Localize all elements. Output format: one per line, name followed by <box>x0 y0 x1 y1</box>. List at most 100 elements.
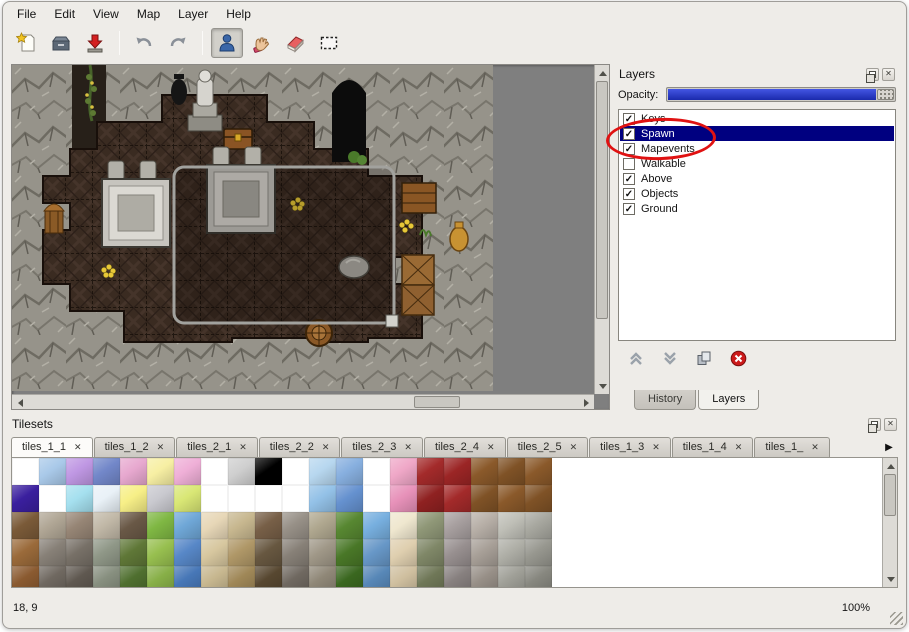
tileset-tab-tiles_2_4[interactable]: tiles_2_4✕ <box>424 437 506 457</box>
tile[interactable] <box>228 512 255 539</box>
tile[interactable] <box>201 458 228 485</box>
layer-row-keys[interactable]: ✓Keys <box>620 111 894 126</box>
raise-layer-button[interactable] <box>628 351 644 366</box>
map-vscroll-thumb[interactable] <box>596 81 608 319</box>
tile[interactable] <box>498 485 525 512</box>
tile[interactable] <box>120 512 147 539</box>
rect-select-tool-button[interactable] <box>313 28 345 58</box>
tile[interactable] <box>147 485 174 512</box>
tile[interactable] <box>471 512 498 539</box>
tile[interactable] <box>498 458 525 485</box>
tile[interactable] <box>336 512 363 539</box>
tile[interactable] <box>363 512 390 539</box>
tab-close-icon[interactable]: ✕ <box>735 442 743 453</box>
tile[interactable] <box>228 566 255 588</box>
layer-row-walkable[interactable]: Walkable <box>620 156 894 171</box>
tile[interactable] <box>12 566 39 588</box>
tile[interactable] <box>525 539 552 566</box>
tile[interactable] <box>39 485 66 512</box>
menu-layer[interactable]: Layer <box>170 5 216 23</box>
place-character-tool-button[interactable] <box>211 28 243 58</box>
tile[interactable] <box>174 485 201 512</box>
tile[interactable] <box>228 485 255 512</box>
tile[interactable] <box>309 458 336 485</box>
float-panel-button[interactable] <box>866 68 879 81</box>
tile[interactable] <box>390 539 417 566</box>
tile[interactable] <box>255 566 282 588</box>
tile[interactable] <box>12 485 39 512</box>
tile[interactable] <box>147 458 174 485</box>
tile[interactable] <box>525 512 552 539</box>
tile[interactable] <box>336 485 363 512</box>
tile[interactable] <box>471 539 498 566</box>
menu-map[interactable]: Map <box>129 5 168 23</box>
tile[interactable] <box>255 539 282 566</box>
tile[interactable] <box>93 485 120 512</box>
resize-grip[interactable] <box>890 612 903 625</box>
tileset-tab-tiles_1_[interactable]: tiles_1_✕ <box>754 437 829 457</box>
tile[interactable] <box>471 485 498 512</box>
tile[interactable] <box>255 485 282 512</box>
tile[interactable] <box>201 539 228 566</box>
tab-close-icon[interactable]: ✕ <box>487 442 495 453</box>
layer-row-mapevents[interactable]: ✓Mapevents <box>620 141 894 156</box>
open-button[interactable] <box>45 28 77 58</box>
scroll-right-arrow[interactable] <box>579 395 594 410</box>
tile[interactable] <box>174 512 201 539</box>
menu-edit[interactable]: Edit <box>46 5 83 23</box>
tile[interactable] <box>39 512 66 539</box>
tile[interactable] <box>66 485 93 512</box>
tile[interactable] <box>417 458 444 485</box>
tile[interactable] <box>282 458 309 485</box>
tile[interactable] <box>282 566 309 588</box>
tile[interactable] <box>12 512 39 539</box>
map-selection[interactable] <box>174 167 394 323</box>
eraser-tool-button[interactable] <box>279 28 311 58</box>
close-panel-button[interactable]: ✕ <box>882 68 895 81</box>
scroll-up-arrow[interactable] <box>883 458 898 473</box>
tile[interactable] <box>120 458 147 485</box>
tile[interactable] <box>471 566 498 588</box>
tileset-tab-tiles_2_3[interactable]: tiles_2_3✕ <box>341 437 423 457</box>
tile[interactable] <box>39 539 66 566</box>
map-horizontal-scrollbar[interactable] <box>12 394 594 409</box>
tile[interactable] <box>390 512 417 539</box>
tile[interactable] <box>309 539 336 566</box>
tile[interactable] <box>309 566 336 588</box>
scroll-left-arrow[interactable] <box>12 395 27 410</box>
tile[interactable] <box>120 539 147 566</box>
tile[interactable] <box>93 512 120 539</box>
save-button[interactable] <box>79 28 111 58</box>
layer-visibility-checkbox[interactable]: ✓ <box>623 143 635 155</box>
tile[interactable] <box>498 539 525 566</box>
tile[interactable] <box>336 566 363 588</box>
tileset-tab-tiles_2_1[interactable]: tiles_2_1✕ <box>176 437 258 457</box>
tile[interactable] <box>201 485 228 512</box>
close-panel-button[interactable]: ✕ <box>884 418 897 431</box>
tab-scroll-right-button[interactable]: ▶ <box>882 442 896 453</box>
tile[interactable] <box>336 539 363 566</box>
tileset-tab-tiles_1_3[interactable]: tiles_1_3✕ <box>589 437 671 457</box>
tile[interactable] <box>174 458 201 485</box>
menu-file[interactable]: File <box>9 5 44 23</box>
map-vertical-scrollbar[interactable] <box>594 65 609 394</box>
tile[interactable] <box>390 485 417 512</box>
layer-visibility-checkbox[interactable]: ✓ <box>623 203 635 215</box>
tileset-tab-tiles_2_5[interactable]: tiles_2_5✕ <box>507 437 589 457</box>
tile[interactable] <box>93 458 120 485</box>
tile[interactable] <box>498 512 525 539</box>
tile[interactable] <box>228 539 255 566</box>
tile[interactable] <box>39 566 66 588</box>
tile[interactable] <box>93 566 120 588</box>
tile[interactable] <box>525 485 552 512</box>
tile[interactable] <box>201 566 228 588</box>
undo-button[interactable] <box>128 28 160 58</box>
menu-help[interactable]: Help <box>218 5 259 23</box>
tileset-tab-tiles_1_4[interactable]: tiles_1_4✕ <box>672 437 754 457</box>
tile[interactable] <box>525 566 552 588</box>
tileset-tab-tiles_2_2[interactable]: tiles_2_2✕ <box>259 437 341 457</box>
tile[interactable] <box>228 458 255 485</box>
tile[interactable] <box>93 539 120 566</box>
tile[interactable] <box>309 485 336 512</box>
tile[interactable] <box>390 566 417 588</box>
